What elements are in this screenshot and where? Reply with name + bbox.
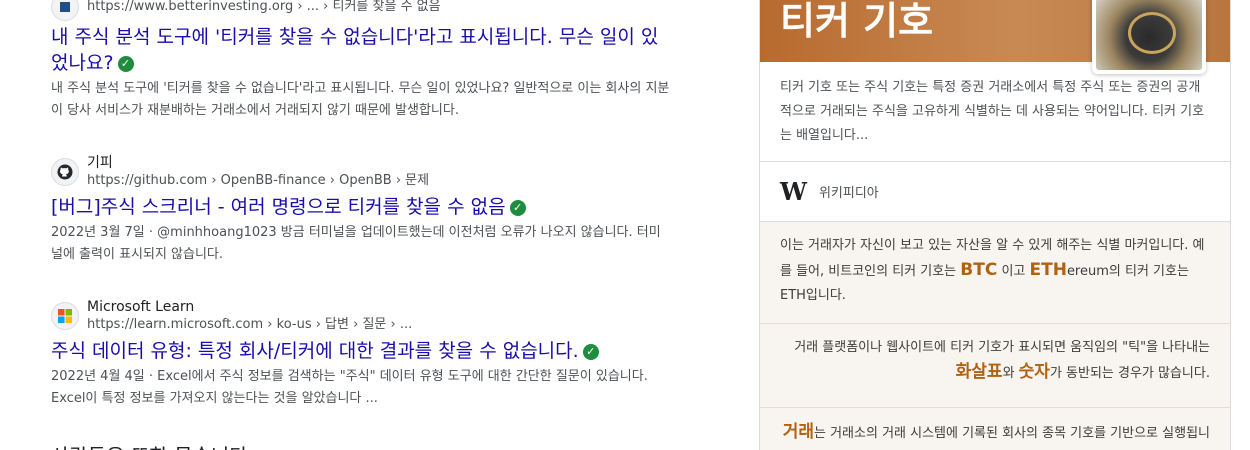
panel-fact-block: 거래 플랫폼이나 웹사이트에 티커 기호가 표시되면 움직임의 "틱"을 나타내… [760, 324, 1230, 408]
fact-text: 가 동반되는 경우가 많습니다. [1049, 366, 1210, 381]
source-name: 위키피디아 [818, 186, 879, 201]
ticker-machine-image [1096, 0, 1202, 70]
panel-source-link[interactable]: W 위키피디아 [760, 162, 1230, 222]
result-title-text: 내 주식 분석 도구에 '티커를 찾을 수 없습니다'라고 표시됩니다. 무슨 … [51, 26, 659, 74]
fact-text: 와 [1002, 366, 1019, 381]
result-source[interactable]: 기피 https://github.com › OpenBB-finance ›… [51, 154, 671, 190]
result-source[interactable]: https://www.betterinvesting.org › ... › … [51, 0, 671, 21]
result-title-link[interactable]: [버그]주식 스크리너 - 여러 명령으로 티커를 찾을 수 없음 ✓ [51, 194, 671, 220]
result-title-text: [버그]주식 스크리너 - 여러 명령으로 티커를 찾을 수 없음 [51, 196, 506, 218]
result-snippet: 2022년 3월 7일 · @minhhoang1023 방금 터미널을 업데이… [51, 225, 661, 262]
fact-highlight: 화살표 [955, 362, 1003, 382]
result-url: https://github.com › OpenBB-finance › Op… [87, 173, 430, 188]
result-site-name: 기피 [87, 155, 113, 171]
fact-highlight: 숫자 [1018, 362, 1050, 382]
betterinvesting-icon [51, 0, 79, 21]
result-url: https://learn.microsoft.com › ko-us › 답변… [87, 317, 413, 332]
verified-check-icon: ✓ [582, 343, 599, 360]
result-source[interactable]: Microsoft Learn https://learn.microsoft.… [51, 298, 671, 334]
result-snippet: 2022년 4월 4일 · Excel에서 주식 정보를 검색하는 "주식" 데… [51, 369, 648, 406]
panel-fact-block: 거래는 거래소의 거래 시스템에 기록된 회사의 종목 기호를 기반으로 실행됩… [760, 408, 1230, 450]
panel-header: 티커 기호 [760, 0, 1230, 74]
fact-text: 이고 [997, 264, 1030, 279]
microsoft-icon [51, 302, 79, 330]
result-title-link[interactable]: 주식 데이터 유형: 특정 회사/티커에 대한 결과를 찾을 수 없습니다. ✓ [51, 338, 671, 364]
panel-title: 티커 기호 [780, 0, 934, 43]
result-url: https://www.betterinvesting.org › ... › … [87, 0, 441, 14]
panel-fact-block: 이는 거래자가 자신이 보고 있는 자산을 알 수 있게 해주는 식별 마커입니… [760, 222, 1230, 324]
search-result: 기피 https://github.com › OpenBB-finance ›… [51, 154, 671, 266]
search-result: Microsoft Learn https://learn.microsoft.… [51, 298, 671, 410]
result-site-name: Microsoft Learn [87, 299, 195, 315]
search-result: https://www.betterinvesting.org › ... › … [51, 0, 671, 122]
search-results: https://www.betterinvesting.org › ... › … [0, 0, 720, 450]
fact-highlight: ETH [1029, 260, 1067, 280]
verified-check-icon: ✓ [509, 199, 526, 216]
wikipedia-icon: W [780, 177, 807, 206]
github-icon [51, 158, 79, 186]
fact-highlight: BTC [960, 260, 998, 280]
people-also-ask-heading: 사람들은 또한 묻습니다 [51, 440, 248, 450]
knowledge-panel: 티커 기호 티커 기호 또는 주식 기호는 특정 증권 거래소에서 특정 주식 … [759, 0, 1231, 450]
fact-text: 는 거래소의 거래 시스템에 기록된 회사의 종목 기호를 기반으로 실행됩니 [814, 426, 1210, 441]
verified-check-icon: ✓ [117, 55, 134, 72]
fact-highlight: 거래 [782, 422, 814, 442]
result-title-text: 주식 데이터 유형: 특정 회사/티커에 대한 결과를 찾을 수 없습니다. [51, 340, 579, 362]
result-title-link[interactable]: 내 주식 분석 도구에 '티커를 찾을 수 없습니다'라고 표시됩니다. 무슨 … [51, 24, 671, 76]
panel-description: 티커 기호 또는 주식 기호는 특정 증권 거래소에서 특정 주식 또는 증권의… [760, 62, 1230, 162]
result-snippet: 내 주식 분석 도구에 '티커를 찾을 수 없습니다'라고 표시됩니다. 무슨 … [51, 81, 670, 118]
fact-text: 거래 플랫폼이나 웹사이트에 티커 기호가 표시되면 움직임의 "틱"을 나타내… [794, 340, 1210, 355]
panel-thumbnail[interactable] [1092, 0, 1206, 74]
